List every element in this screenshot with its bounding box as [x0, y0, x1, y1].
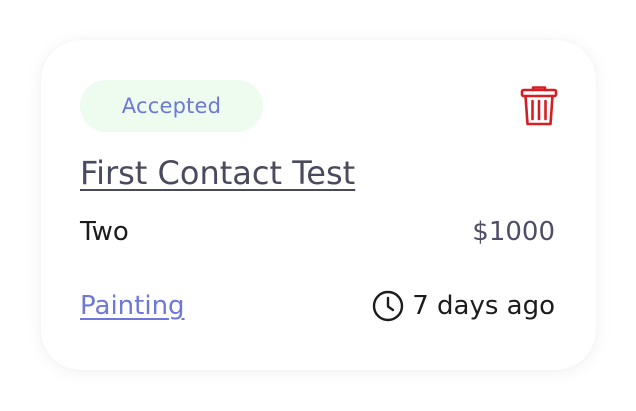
delete-button[interactable]	[519, 84, 559, 128]
job-price: $1000	[472, 217, 555, 247]
status-badge: Accepted	[80, 80, 263, 132]
category-link[interactable]: Painting	[80, 291, 185, 321]
status-badge-label: Accepted	[121, 94, 222, 118]
job-card: Accepted First Contact Test Two $1000 Pa…	[41, 40, 596, 370]
trash-icon	[520, 86, 558, 126]
job-subtitle: Two	[80, 217, 129, 247]
job-title-link[interactable]: First Contact Test	[80, 154, 355, 192]
time-ago-label: 7 days ago	[412, 291, 555, 321]
page: Accepted First Contact Test Two $1000 Pa…	[0, 0, 636, 411]
clock-icon	[373, 290, 404, 322]
time-ago: 7 days ago	[372, 290, 555, 322]
